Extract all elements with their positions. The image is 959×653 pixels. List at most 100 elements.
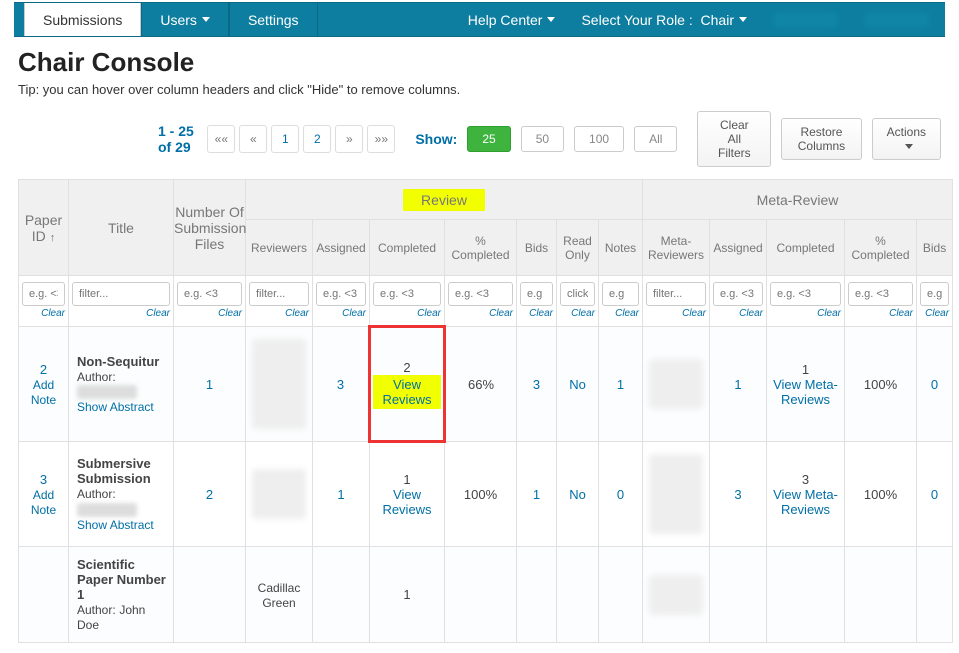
clear-link[interactable]: Clear	[602, 308, 639, 319]
col-meta-assigned[interactable]: Assigned	[710, 220, 767, 276]
col-files[interactable]: Number Of Submission Files	[174, 180, 246, 276]
clear-link[interactable]: Clear	[448, 308, 513, 319]
col-meta-completed[interactable]: Completed	[767, 220, 845, 276]
bids-count[interactable]: 1	[533, 487, 540, 502]
files-count[interactable]: 1	[206, 377, 213, 392]
show-abstract-link[interactable]: Show Abstract	[77, 518, 154, 532]
restore-columns-button[interactable]: Restore Columns	[781, 118, 861, 160]
col-meta-bids[interactable]: Bids	[917, 220, 953, 276]
filter-meta-pct[interactable]	[848, 282, 913, 306]
role-selector[interactable]: Select Your Role : Chair	[575, 12, 753, 28]
nav-help[interactable]: Help Center	[462, 12, 562, 28]
col-bids[interactable]: Bids	[517, 220, 557, 276]
col-meta-reviewers[interactable]: Meta-Reviewers	[643, 220, 710, 276]
clear-link[interactable]: Clear	[920, 308, 949, 319]
filter-meta-assigned[interactable]	[713, 282, 763, 306]
filter-pct[interactable]	[448, 282, 513, 306]
filter-notes[interactable]	[602, 282, 639, 306]
col-paper-id[interactable]: Paper ID ↑	[19, 180, 69, 276]
clear-link[interactable]: Clear	[520, 308, 553, 319]
notes-count[interactable]: 1	[617, 377, 624, 392]
redacted	[649, 575, 703, 615]
filter-files[interactable]	[177, 282, 242, 306]
col-notes[interactable]: Notes	[599, 220, 643, 276]
readonly-toggle[interactable]: No	[569, 487, 586, 502]
pager-page-1[interactable]: 1	[271, 125, 299, 153]
filter-meta-completed[interactable]	[770, 282, 841, 306]
filter-readonly[interactable]	[560, 282, 595, 306]
meta-assigned-count[interactable]: 1	[734, 377, 741, 392]
paper-id-link[interactable]: 3	[40, 472, 47, 487]
page-title: Chair Console	[18, 47, 941, 78]
col-group-meta: Meta-Review	[643, 180, 953, 220]
meta-bids-count[interactable]: 0	[931, 377, 938, 392]
bids-count[interactable]: 3	[533, 377, 540, 392]
col-title[interactable]: Title	[69, 180, 174, 276]
show-all[interactable]: All	[634, 126, 677, 152]
clear-link[interactable]: Clear	[560, 308, 595, 319]
pager-last[interactable]: »»	[367, 125, 395, 153]
pct-completed: 66%	[445, 327, 517, 442]
tip-text: Tip: you can hover over column headers a…	[18, 82, 941, 97]
nav-settings[interactable]: Settings	[229, 3, 318, 36]
show-25[interactable]: 25	[467, 126, 510, 152]
meta-bids-count[interactable]: 0	[931, 487, 938, 502]
notes-count[interactable]: 0	[617, 487, 624, 502]
nav-help-label: Help Center	[468, 12, 543, 28]
col-meta-pct[interactable]: % Completed	[845, 220, 917, 276]
files-count[interactable]: 2	[206, 487, 213, 502]
nav-users[interactable]: Users	[141, 3, 229, 36]
add-note-link[interactable]: Add Note	[31, 378, 56, 407]
clear-link[interactable]: Clear	[72, 308, 170, 319]
readonly-toggle[interactable]: No	[569, 377, 586, 392]
assigned-count[interactable]: 3	[337, 377, 344, 392]
show-50[interactable]: 50	[521, 126, 564, 152]
col-completed[interactable]: Completed	[370, 220, 445, 276]
paper-id-link[interactable]: 2	[40, 362, 47, 377]
completed-count: 1	[403, 472, 410, 487]
pager-prev[interactable]: «	[239, 125, 267, 153]
clear-link[interactable]: Clear	[249, 308, 309, 319]
filter-reviewers[interactable]	[249, 282, 309, 306]
clear-link[interactable]: Clear	[373, 308, 441, 319]
top-nav: Submissions Users Settings Help Center S…	[14, 2, 945, 37]
clear-link[interactable]: Clear	[770, 308, 841, 319]
clear-filters-button[interactable]: Clear All Filters	[697, 111, 771, 167]
clear-link[interactable]: Clear	[22, 308, 65, 319]
filter-bids[interactable]	[520, 282, 553, 306]
show-abstract-link[interactable]: Show Abstract	[77, 400, 154, 414]
filter-meta-reviewers[interactable]	[646, 282, 706, 306]
pager-first[interactable]: ««	[207, 125, 235, 153]
view-reviews-link[interactable]: View Reviews	[373, 375, 441, 409]
add-note-link[interactable]: Add Note	[31, 488, 56, 517]
col-pct[interactable]: % Completed	[445, 220, 517, 276]
meta-assigned-count[interactable]: 3	[734, 487, 741, 502]
table-row: Scientific Paper Number 1 Author: John D…	[19, 547, 953, 643]
clear-link[interactable]: Clear	[177, 308, 242, 319]
filter-meta-bids[interactable]	[920, 282, 949, 306]
filter-assigned[interactable]	[316, 282, 366, 306]
actions-button[interactable]: Actions	[872, 118, 941, 160]
col-reviewers[interactable]: Reviewers	[246, 220, 313, 276]
actions-label: Actions	[887, 125, 926, 139]
clear-link[interactable]: Clear	[316, 308, 366, 319]
clear-link[interactable]: Clear	[646, 308, 706, 319]
view-meta-reviews-link[interactable]: View Meta-Reviews	[773, 377, 838, 407]
filter-paper-id[interactable]	[22, 282, 65, 306]
pager-next[interactable]: »	[335, 125, 363, 153]
assigned-count[interactable]: 1	[337, 487, 344, 502]
filter-completed[interactable]	[373, 282, 441, 306]
pager-page-2[interactable]: 2	[303, 125, 331, 153]
col-group-review: Review	[246, 180, 643, 220]
view-meta-reviews-link[interactable]: View Meta-Reviews	[773, 487, 838, 517]
clear-link[interactable]: Clear	[713, 308, 763, 319]
filter-title[interactable]	[72, 282, 170, 306]
pager-range: 1 - 25 of 29	[158, 123, 197, 155]
show-100[interactable]: 100	[574, 126, 624, 152]
paper-title: Scientific Paper Number 1	[77, 557, 166, 602]
col-readonly[interactable]: Read Only	[557, 220, 599, 276]
col-assigned[interactable]: Assigned	[313, 220, 370, 276]
nav-submissions[interactable]: Submissions	[24, 3, 141, 36]
clear-link[interactable]: Clear	[848, 308, 913, 319]
view-reviews-link[interactable]: View Reviews	[382, 487, 431, 517]
